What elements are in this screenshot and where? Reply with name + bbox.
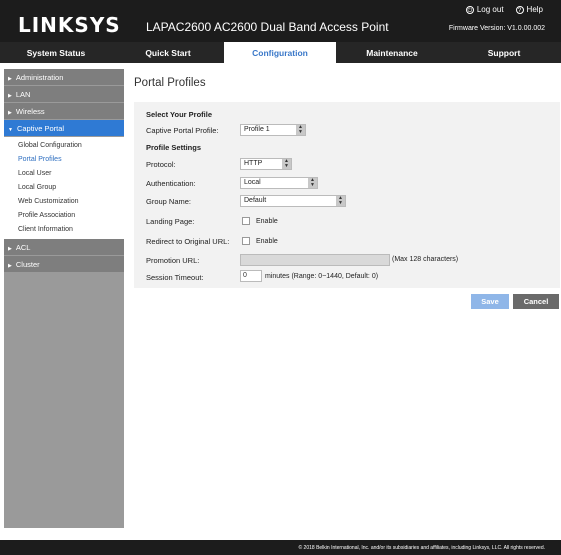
- sidebar-item-lan[interactable]: ▶ LAN: [4, 86, 124, 103]
- settings-panel: Select Your Profile Captive Portal Profi…: [134, 102, 560, 288]
- top-links: ⏻ Log out ? Help: [465, 5, 543, 14]
- sidebar-item-cluster[interactable]: ▶ Cluster: [4, 256, 124, 273]
- profile-settings-heading: Profile Settings: [146, 143, 202, 152]
- promotion-url-hint: (Max 128 characters): [392, 256, 459, 263]
- landing-page-checkbox[interactable]: [242, 217, 250, 225]
- group-name-label: Group Name:: [146, 197, 192, 206]
- select-profile-heading: Select Your Profile: [146, 110, 212, 119]
- sidebar-item-administration[interactable]: ▶ Administration: [4, 69, 124, 86]
- profile-select[interactable]: Profile 1 ▲ ▼: [240, 124, 306, 136]
- tab-system-status[interactable]: System Status: [0, 42, 112, 63]
- authentication-select-value: Local: [244, 179, 261, 186]
- sidebar-item-acl[interactable]: ▶ ACL: [4, 239, 124, 256]
- captive-portal-submenu: Global Configuration Portal Profiles Loc…: [4, 137, 124, 239]
- tab-maintenance[interactable]: Maintenance: [336, 42, 448, 63]
- sidebar-item-label: ACL: [15, 243, 31, 252]
- stepper-icon: ▲ ▼: [308, 178, 317, 188]
- sidebar-sub-profile-association[interactable]: Profile Association: [4, 209, 124, 223]
- authentication-select[interactable]: Local ▲ ▼: [240, 177, 318, 189]
- save-button[interactable]: Save: [471, 294, 509, 309]
- redirect-url-checkbox[interactable]: [242, 237, 250, 245]
- sidebar-sub-local-group[interactable]: Local Group: [4, 181, 124, 195]
- group-name-select[interactable]: Default ▲ ▼: [240, 195, 346, 207]
- cancel-button[interactable]: Cancel: [513, 294, 559, 309]
- session-timeout-label: Session Timeout:: [146, 273, 204, 282]
- protocol-label: Protocol:: [146, 160, 176, 169]
- sidebar-sub-web-customization[interactable]: Web Customization: [4, 195, 124, 209]
- profile-label: Captive Portal Profile:: [146, 126, 219, 135]
- copyright-text: © 2018 Belkin International, Inc. and/or…: [298, 545, 545, 551]
- stepper-icon: ▲ ▼: [296, 125, 305, 135]
- chevron-down-icon: ▼: [8, 127, 13, 133]
- tab-support[interactable]: Support: [448, 42, 560, 63]
- help-label: Help: [526, 5, 543, 14]
- page-title: Portal Profiles: [134, 77, 206, 89]
- session-timeout-input[interactable]: 0: [240, 270, 262, 282]
- promotion-url-label: Promotion URL:: [146, 256, 200, 265]
- tab-quick-start[interactable]: Quick Start: [112, 42, 224, 63]
- stepper-icon: ▲ ▼: [336, 196, 345, 206]
- redirect-url-enable-label: Enable: [256, 238, 278, 245]
- header: LINKSYS LAPAC2600 AC2600 Dual Band Acces…: [0, 0, 561, 42]
- product-title: LAPAC2600 AC2600 Dual Band Access Point: [146, 20, 389, 34]
- sidebar-sub-global-configuration[interactable]: Global Configuration: [4, 139, 124, 153]
- sidebar-item-label: Captive Portal: [16, 124, 65, 133]
- tab-configuration[interactable]: Configuration: [224, 42, 336, 63]
- stepper-icon: ▲ ▼: [282, 159, 291, 169]
- chevron-right-icon: ▶: [8, 76, 12, 82]
- footer: © 2018 Belkin International, Inc. and/or…: [0, 540, 561, 555]
- help-link[interactable]: ? Help: [515, 5, 543, 14]
- help-icon: ?: [515, 5, 524, 14]
- sidebar: ▶ Administration ▶ LAN ▶ Wireless ▼ Captive …: [4, 69, 124, 528]
- group-name-select-value: Default: [244, 197, 267, 204]
- sidebar-sub-portal-profiles[interactable]: Portal Profiles: [4, 153, 124, 167]
- session-timeout-hint: minutes (Range: 0~1440, Default: 0): [265, 273, 379, 280]
- sidebar-item-captive-portal[interactable]: ▼ Captive Portal: [4, 120, 124, 137]
- profile-select-value: Profile 1: [244, 126, 270, 133]
- sidebar-item-wireless[interactable]: ▶ Wireless: [4, 103, 124, 120]
- linksys-logo: LINKSYS: [18, 13, 121, 37]
- chevron-right-icon: ▶: [8, 246, 12, 252]
- sidebar-item-label: LAN: [15, 90, 31, 99]
- main-nav: System Status Quick Start Configuration …: [0, 42, 561, 63]
- sidebar-sub-client-information[interactable]: Client Information: [4, 223, 124, 237]
- chevron-right-icon: ▶: [8, 93, 12, 99]
- chevron-right-icon: ▶: [8, 263, 12, 269]
- authentication-label: Authentication:: [146, 179, 196, 188]
- chevron-right-icon: ▶: [8, 110, 12, 116]
- logout-label: Log out: [476, 5, 504, 14]
- power-icon: ⏻: [465, 5, 474, 14]
- protocol-select-value: HTTP: [244, 160, 263, 167]
- session-timeout-value: 0: [243, 272, 247, 279]
- sidebar-sub-local-user[interactable]: Local User: [4, 167, 124, 181]
- sidebar-item-label: Cluster: [15, 260, 40, 269]
- landing-page-label: Landing Page:: [146, 217, 195, 226]
- redirect-url-label: Redirect to Original URL:: [146, 237, 230, 246]
- sidebar-item-label: Administration: [15, 73, 64, 82]
- sidebar-item-label: Wireless: [15, 107, 45, 116]
- logout-link[interactable]: ⏻ Log out: [465, 5, 504, 14]
- protocol-select[interactable]: HTTP ▲ ▼: [240, 158, 292, 170]
- firmware-version: Firmware Version: V1.0.00.002: [448, 25, 545, 32]
- landing-page-enable-label: Enable: [256, 218, 278, 225]
- promotion-url-input[interactable]: [240, 254, 390, 266]
